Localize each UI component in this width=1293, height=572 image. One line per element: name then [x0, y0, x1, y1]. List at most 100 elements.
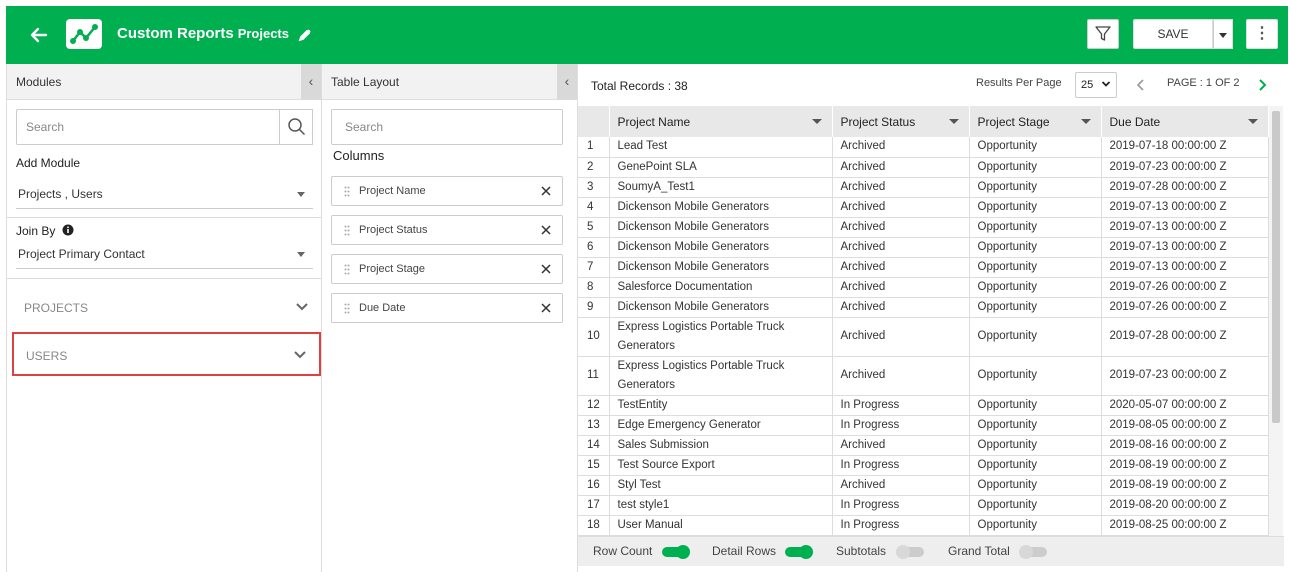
table-row[interactable]: 10 Express Logistics Portable Truck Gener…	[578, 317, 1269, 357]
filter-icon	[1095, 26, 1111, 41]
results-per-page-select[interactable]: 25	[1075, 72, 1117, 98]
row-number-cell: 13	[578, 415, 610, 436]
collapse-modules-button[interactable]: ‹	[301, 64, 321, 100]
divider	[7, 217, 322, 218]
detail-rows-toggle[interactable]	[785, 545, 813, 559]
project-stage-cell: Opportunity	[969, 317, 1102, 357]
due-date-cell: 2019-07-28 00:00:00 Z	[1101, 177, 1269, 198]
add-module-select[interactable]: Projects , Users	[16, 179, 313, 209]
info-icon[interactable]	[62, 224, 74, 236]
previous-page-icon[interactable]	[1134, 76, 1148, 94]
grand-total-toggle[interactable]	[1019, 545, 1047, 559]
sort-caret-icon[interactable]	[1080, 119, 1091, 124]
next-page-icon[interactable]	[1255, 76, 1269, 94]
modules-search-input[interactable]: Search	[16, 109, 280, 145]
page-indicator: PAGE : 1 OF 2	[1167, 77, 1240, 89]
close-icon[interactable]	[539, 216, 553, 244]
drag-handle-icon[interactable]	[344, 225, 350, 236]
sort-caret-icon[interactable]	[811, 119, 822, 124]
add-module-label: Add Module	[16, 156, 81, 170]
row-count-toggle[interactable]	[662, 545, 690, 559]
table-row[interactable]: 17 test style1 In Progress Opportunity 2019-…	[578, 495, 1269, 516]
column-item-project-name[interactable]: Project Name	[331, 176, 563, 206]
column-item-project-status[interactable]: Project Status	[331, 215, 563, 245]
column-header-project-name[interactable]: Project Name	[609, 106, 833, 137]
column-header-project-stage[interactable]: Project Stage	[969, 106, 1102, 137]
subtotals-label: Subtotals	[836, 544, 887, 558]
table-row[interactable]: 7 Dickenson Mobile Generators Archived Oppo…	[578, 257, 1269, 278]
table-row[interactable]: 13 Edge Emergency Generator In Progress Opp…	[578, 415, 1269, 436]
due-date-cell: 2019-08-16 00:00:00 Z	[1101, 435, 1269, 456]
column-item-label: Project Status	[359, 224, 428, 236]
close-icon[interactable]	[539, 177, 553, 205]
row-number-cell: 11	[578, 356, 610, 396]
table-row[interactable]: 11 Express Logistics Portable Truck Gener…	[578, 356, 1269, 396]
search-button[interactable]	[280, 109, 313, 145]
close-icon[interactable]	[539, 255, 553, 283]
due-date-cell: 2019-08-20 00:00:00 Z	[1101, 495, 1269, 516]
table-row[interactable]: 1 Lead Test Archived Opportunity 2019-07-18 …	[578, 137, 1269, 158]
project-stage-cell: Opportunity	[969, 277, 1102, 298]
table-row[interactable]: 15 Test Source Export In Progress Opportuni…	[578, 455, 1269, 476]
pencil-icon[interactable]	[298, 28, 312, 42]
table-row[interactable]: 14 Sales Submission Archived Opportunity 201…	[578, 435, 1269, 456]
column-header-label: Project Name	[617, 114, 691, 129]
subtotals-toggle[interactable]	[896, 545, 924, 559]
scrollbar-thumb[interactable]	[1272, 111, 1280, 423]
table-row[interactable]: 16 Styl Test Archived Opportunity 2019-08-19…	[578, 475, 1269, 496]
project-status-cell: Archived	[832, 297, 970, 318]
accordion-projects-label: PROJECTS	[24, 301, 89, 315]
due-date-cell: 2020-05-07 00:00:00 Z	[1101, 395, 1269, 416]
table-row[interactable]: 9 Dickenson Mobile Generators Archived Oppo…	[578, 297, 1269, 318]
table-row[interactable]: 12 TestEntity In Progress Opportunity 2020-0…	[578, 395, 1269, 416]
table-row[interactable]: 18 User Manual In Progress Opportunity 2019-…	[578, 515, 1269, 536]
sort-caret-icon[interactable]	[1247, 119, 1258, 124]
column-header-label: Project Stage	[977, 114, 1050, 129]
results-per-page-label: Results Per Page	[976, 77, 1062, 89]
close-icon[interactable]	[539, 294, 553, 322]
table-row[interactable]: 6 Dickenson Mobile Generators Archived Oppo…	[578, 237, 1269, 258]
project-stage-cell: Opportunity	[969, 475, 1102, 496]
table-row[interactable]: 4 Dickenson Mobile Generators Archived Oppo…	[578, 197, 1269, 218]
row-number-cell: 18	[578, 515, 610, 536]
toggle-knob	[676, 545, 690, 559]
column-item-project-stage[interactable]: Project Stage	[331, 254, 563, 284]
column-item-label: Project Name	[359, 185, 426, 197]
due-date-cell: 2019-07-13 00:00:00 Z	[1101, 237, 1269, 258]
table-row[interactable]: 2 GenePoint SLA Archived Opportunity 2019-07…	[578, 157, 1269, 178]
drag-handle-icon[interactable]	[344, 264, 350, 275]
results-toolbar: Total Records : 38 Results Per Page 25 P…	[578, 64, 1288, 106]
column-item-due-date[interactable]: Due Date	[331, 293, 563, 323]
back-arrow-icon[interactable]	[28, 24, 50, 46]
drag-handle-icon[interactable]	[344, 303, 350, 314]
due-date-cell: 2019-07-13 00:00:00 Z	[1101, 257, 1269, 278]
accordion-projects[interactable]: PROJECTS	[12, 286, 321, 330]
project-status-cell: Archived	[832, 317, 970, 357]
table-row[interactable]: 8 Salesforce Documentation Archived Opportu…	[578, 277, 1269, 298]
join-by-select[interactable]: Project Primary Contact	[16, 239, 313, 269]
project-name-cell: Express Logistics Portable Truck Generat…	[609, 317, 833, 357]
column-header-due-date[interactable]: Due Date	[1101, 106, 1269, 137]
project-name-cell: Express Logistics Portable Truck Generat…	[609, 356, 833, 396]
project-stage-cell: Opportunity	[969, 177, 1102, 198]
columns-search-input[interactable]: Search	[331, 109, 563, 145]
more-options-button[interactable]: ⋮	[1246, 19, 1278, 49]
save-button[interactable]: SAVE	[1133, 19, 1213, 49]
project-status-cell: Archived	[832, 475, 970, 496]
table-row[interactable]: 3 SoumyA_Test1 Archived Opportunity 2019-07-…	[578, 177, 1269, 198]
toggle-knob	[896, 545, 910, 559]
detail-rows-label: Detail Rows	[712, 544, 777, 558]
filter-button[interactable]	[1087, 19, 1119, 49]
table-layout-panel: Table Layout ‹ Search Columns Project Na…	[322, 64, 578, 572]
column-header-project-status[interactable]: Project Status	[832, 106, 970, 137]
table-row[interactable]: 5 Dickenson Mobile Generators Archived Oppo…	[578, 217, 1269, 238]
project-status-cell: Archived	[832, 137, 970, 158]
drag-handle-icon[interactable]	[344, 186, 350, 197]
project-name-cell: Salesforce Documentation	[609, 277, 833, 298]
sort-caret-icon[interactable]	[948, 119, 959, 124]
accordion-users[interactable]: USERS	[12, 332, 321, 376]
row-number-cell: 8	[578, 277, 610, 298]
collapse-layout-button[interactable]: ‹	[557, 64, 577, 100]
project-stage-cell: Opportunity	[969, 356, 1102, 396]
save-dropdown-button[interactable]	[1213, 19, 1233, 49]
